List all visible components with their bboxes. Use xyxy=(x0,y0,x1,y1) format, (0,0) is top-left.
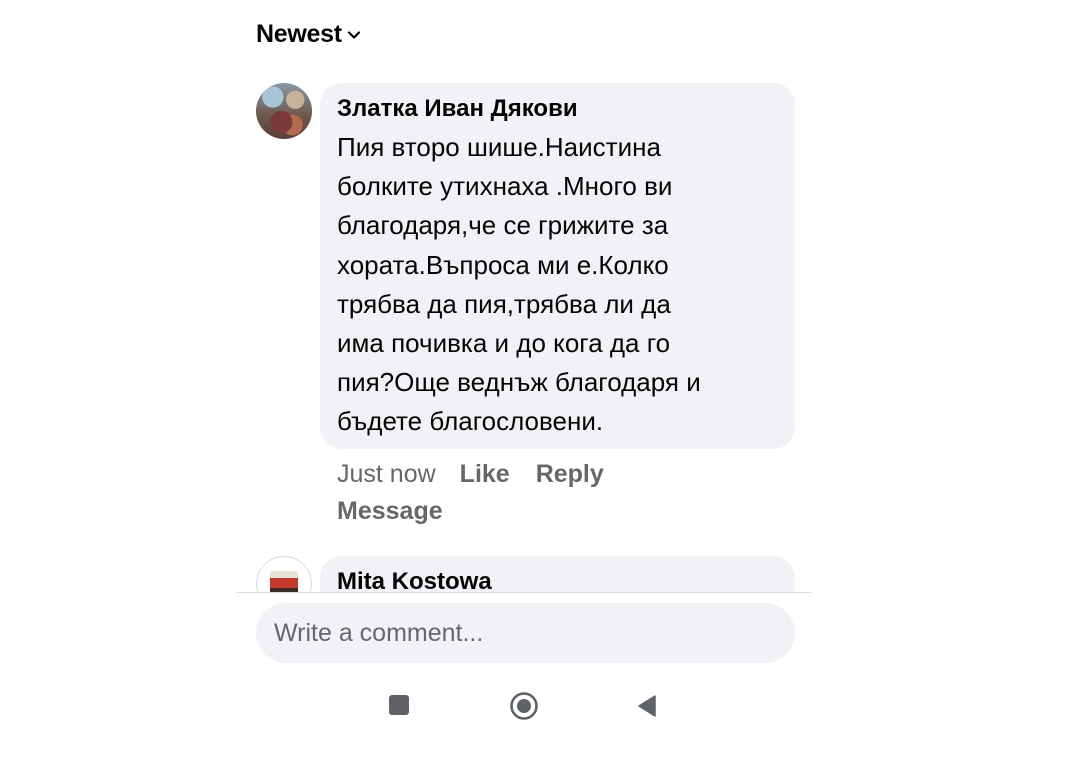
sort-label: Newest xyxy=(256,20,342,48)
comment-text: Пия второ шише.Наистина болките утихнаха… xyxy=(337,128,779,442)
comment-actions: Just now Like Reply Message xyxy=(337,456,677,530)
triangle-back-icon xyxy=(638,695,656,717)
reply-button[interactable]: Reply xyxy=(536,460,604,488)
comment-text-line: Пия второ шише.Наистина xyxy=(337,132,661,162)
comment-bubble: Златка Иван Дякови Пия второ шише.Наисти… xyxy=(320,83,795,449)
like-button[interactable]: Like xyxy=(460,460,510,488)
divider xyxy=(236,592,812,593)
back-button[interactable] xyxy=(636,694,658,718)
sort-dropdown[interactable]: Newest xyxy=(256,20,362,49)
chevron-down-icon xyxy=(347,30,360,39)
comments-screen: Newest Златка Иван Дякови Пия второ шише… xyxy=(0,0,1065,783)
message-button[interactable]: Message xyxy=(337,497,443,525)
comment-author[interactable]: Златка Иван Дякови xyxy=(337,94,779,124)
comment-text-line: болките утихнаха .Много ви xyxy=(337,171,673,202)
recents-button[interactable] xyxy=(389,695,411,717)
comment-text-line: хората.Въпроса ми е.Колко xyxy=(337,249,669,280)
comment-text-line: бъдете благословени. xyxy=(337,406,604,437)
comment-text-line: има почивка и до кога да го xyxy=(337,328,671,359)
comment-timestamp: Just now xyxy=(337,460,436,488)
comment-text-line: благодаря,че се грижите за xyxy=(337,210,669,241)
comment-text-line: пия?Още веднъж благодаря и xyxy=(337,367,701,398)
comment-text-line: трябва да пия,трябва ли да xyxy=(337,288,671,319)
home-button[interactable] xyxy=(508,690,540,722)
square-icon xyxy=(389,695,409,715)
circle-home-icon xyxy=(510,692,538,720)
comment-input[interactable] xyxy=(256,603,795,663)
avatar[interactable] xyxy=(256,83,312,139)
